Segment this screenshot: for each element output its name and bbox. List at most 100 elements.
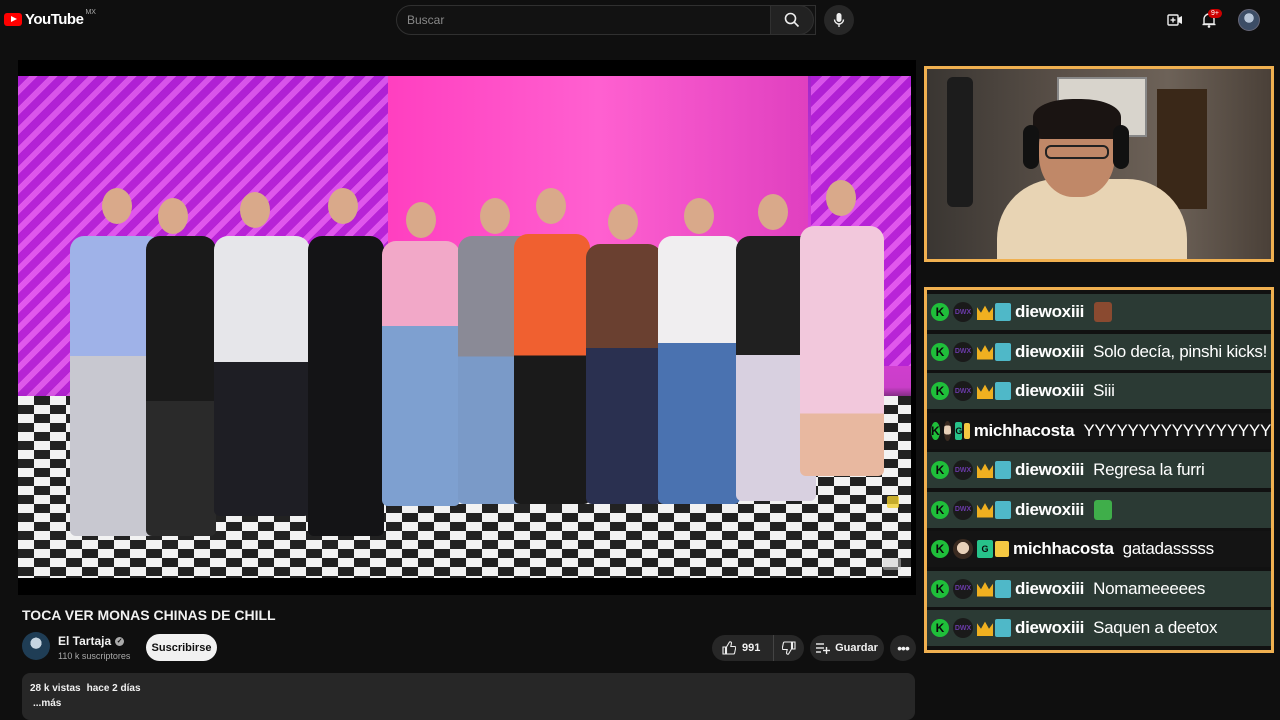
chat-message: K DWX diewoxiii Nomameeeees xyxy=(927,570,1271,607)
subscriber-badge-icon xyxy=(995,579,1011,598)
cam-microphone xyxy=(947,77,973,207)
chat-username[interactable]: diewoxiii xyxy=(1015,500,1084,520)
chat-text: Solo decía, pinshi kicks! xyxy=(1093,341,1268,361)
channel-watermark[interactable] xyxy=(883,558,901,570)
chat-message: K DWX diewoxiii Regresa la furri xyxy=(927,452,1271,488)
video-meta: 28 k vistas hace 2 días xyxy=(30,683,907,694)
search-button[interactable] xyxy=(770,5,814,35)
crown-icon xyxy=(977,503,993,518)
cam-cabinet xyxy=(1157,89,1207,209)
channel-name-row[interactable]: El Tartaja ✓ xyxy=(58,634,125,648)
chat-text: Regresa la furri xyxy=(1093,460,1205,479)
crown-icon xyxy=(977,463,993,478)
youtube-play-icon xyxy=(4,13,22,26)
video-person xyxy=(586,244,662,504)
kick-badge-icon: K xyxy=(931,461,949,479)
create-button[interactable] xyxy=(1164,9,1186,31)
video-person xyxy=(658,236,740,504)
channel-badge-icon: DWX xyxy=(953,578,973,599)
video-person xyxy=(514,234,590,504)
kick-badge-icon: K xyxy=(931,500,949,519)
more-actions-button[interactable]: ••• xyxy=(890,635,916,661)
chat-text: Siii xyxy=(1093,381,1115,400)
chat-message: K DWX diewoxiii xyxy=(927,294,1271,330)
crown-icon xyxy=(977,345,993,360)
video-person xyxy=(800,226,884,476)
description-box[interactable]: 28 k vistas hace 2 días ...más xyxy=(22,673,915,720)
subscribe-button[interactable]: Suscribirse xyxy=(146,634,217,661)
video-camera-plus-icon xyxy=(1167,14,1182,26)
crown-icon xyxy=(977,305,993,320)
search-icon xyxy=(784,12,800,28)
channel-badge-icon: DWX xyxy=(953,341,973,362)
dislike-button[interactable] xyxy=(774,635,804,661)
chat-message: K DWX diewoxiii xyxy=(927,491,1271,528)
user-avatar-icon xyxy=(943,420,952,441)
video-person xyxy=(308,236,384,536)
chat-username[interactable]: diewoxiii xyxy=(1015,302,1084,322)
thumbs-up-icon xyxy=(722,641,736,655)
video-frame[interactable] xyxy=(18,76,911,578)
youtube-logo[interactable]: YouTube MX xyxy=(4,9,96,28)
chat-message: K Gmichhacosta YYYYYYYYYYYYYYYYY xyxy=(927,412,1271,449)
chat-username[interactable]: diewoxiii xyxy=(1015,460,1084,480)
video-player[interactable] xyxy=(18,60,916,595)
kick-badge-icon: K xyxy=(931,382,949,400)
chat-message: K DWX diewoxiii Solo decía, pinshi kicks! xyxy=(927,333,1271,370)
playlist-add-icon xyxy=(816,643,831,654)
video-person-head xyxy=(480,198,510,234)
publish-date: hace 2 días xyxy=(86,683,141,694)
headphones-left xyxy=(1023,125,1039,169)
top-bar: YouTube MX 9+ xyxy=(0,0,1280,40)
chat-text: YYYYYYYYYYYYYYYYY xyxy=(1083,420,1271,440)
video-person xyxy=(214,236,310,516)
like-button[interactable]: 991 xyxy=(712,635,774,661)
like-dislike-group: 991 xyxy=(712,635,804,661)
chat-text: Saquen a deetox xyxy=(1093,618,1218,637)
chat-username[interactable]: diewoxiii xyxy=(1015,618,1084,638)
notification-count-badge: 9+ xyxy=(1208,9,1222,18)
kick-badge-icon: K xyxy=(931,303,949,321)
channel-name[interactable]: El Tartaja xyxy=(58,634,111,648)
more-dots-icon: ••• xyxy=(897,640,910,656)
video-person xyxy=(382,241,460,506)
search-input[interactable] xyxy=(397,6,815,34)
user-avatar[interactable] xyxy=(1238,9,1260,31)
chat-message: K DWX diewoxiii Siii xyxy=(927,373,1271,409)
chat-username[interactable]: diewoxiii xyxy=(1015,579,1084,599)
subscriber-badge-icon xyxy=(995,500,1011,519)
chat-username[interactable]: michhacosta xyxy=(1013,539,1114,559)
crown-icon xyxy=(977,384,993,399)
subscriber-badge-icon xyxy=(995,303,1011,321)
channel-badge-icon: DWX xyxy=(953,460,973,480)
video-person-head xyxy=(328,188,358,224)
channel-badge-icon: DWX xyxy=(953,499,973,520)
chat-message: K DWX diewoxiii Saquen a deetox xyxy=(927,610,1271,646)
channel-avatar[interactable] xyxy=(22,632,50,660)
video-person xyxy=(146,236,216,536)
channel-badge-icon: DWX xyxy=(953,302,973,322)
crown-icon xyxy=(995,541,1009,557)
voice-search-button[interactable] xyxy=(824,5,854,35)
microphone-icon xyxy=(833,13,845,27)
kick-badge-icon: K xyxy=(931,540,949,558)
show-more-link[interactable]: ...más xyxy=(30,698,907,709)
streamer-hair xyxy=(1033,99,1121,139)
video-person-head xyxy=(826,180,856,216)
emote-icon xyxy=(1094,499,1113,520)
chat-username[interactable]: diewoxiii xyxy=(1015,342,1084,362)
logo-text: YouTube xyxy=(25,11,84,28)
logo-country-code: MX xyxy=(85,9,96,16)
chat-username[interactable]: michhacosta xyxy=(974,421,1075,441)
lock-icon xyxy=(887,496,899,508)
chat-text: Nomameeeees xyxy=(1093,578,1206,598)
video-person-head xyxy=(158,198,188,234)
kick-badge-icon: K xyxy=(931,342,949,361)
video-person-head xyxy=(758,194,788,230)
video-person-head xyxy=(240,192,270,228)
chat-username[interactable]: diewoxiii xyxy=(1015,381,1084,401)
save-button[interactable]: Guardar xyxy=(810,635,884,661)
verified-check-icon: ✓ xyxy=(115,636,125,646)
headphones-right xyxy=(1113,125,1129,169)
subscriber-badge-icon xyxy=(995,342,1011,361)
